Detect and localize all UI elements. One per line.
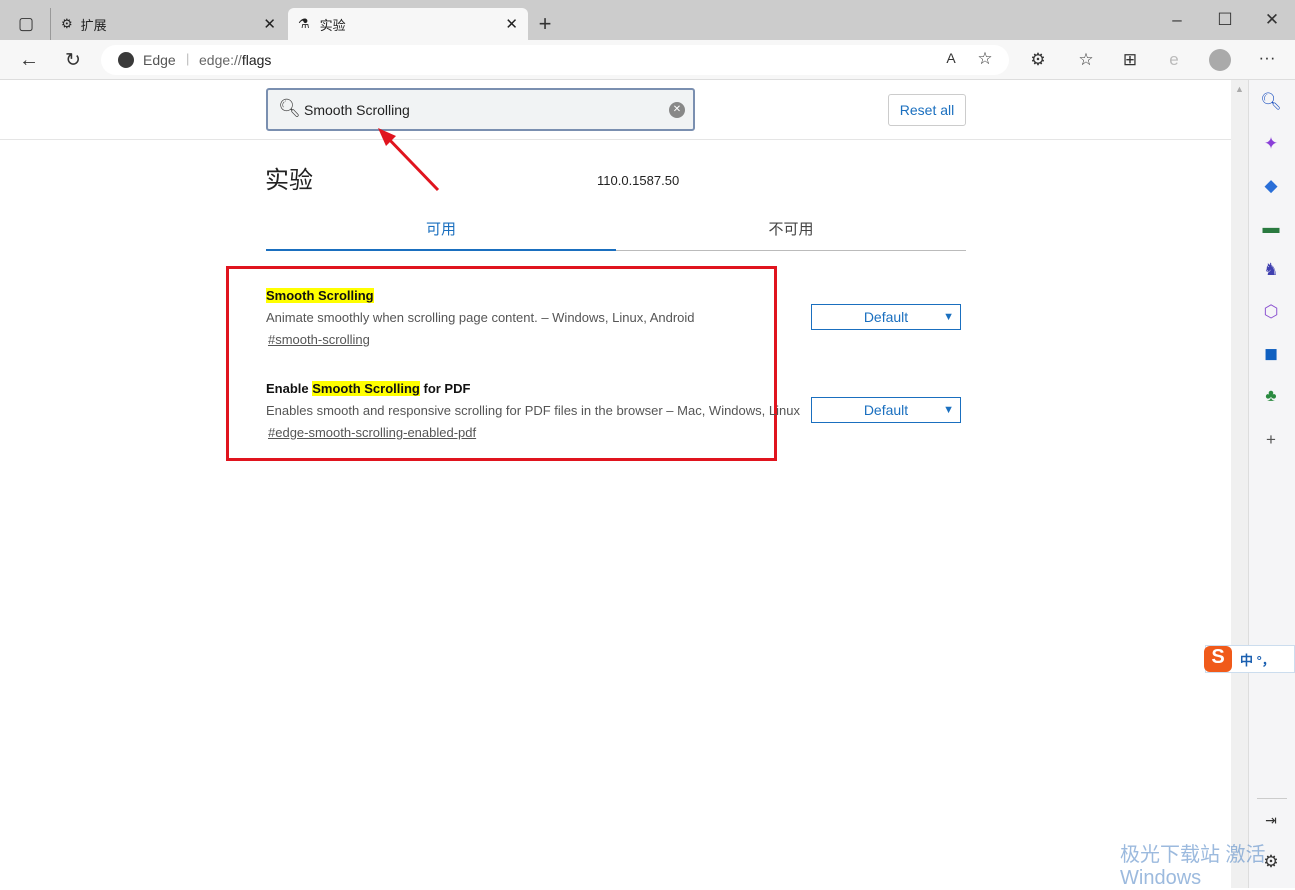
back-icon[interactable]: ← [17, 49, 41, 72]
flag-link[interactable]: #edge-smooth-scrolling-enabled-pdf [268, 425, 800, 440]
more-icon[interactable]: ··· [1255, 48, 1279, 68]
page-title: 实验 [265, 167, 313, 194]
minimize-icon[interactable]: – [1165, 10, 1189, 30]
flag-description: Animate smoothly when scrolling page con… [266, 310, 695, 325]
flag-title: Enable Smooth Scrolling for PDF [266, 381, 471, 396]
flag-link[interactable]: #smooth-scrolling [268, 332, 695, 347]
flag-item: Smooth Scrolling Animate smoothly when s… [266, 288, 695, 347]
flag-description: Enables smooth and responsive scrolling … [266, 403, 800, 418]
games-icon[interactable]: ♞ [1259, 260, 1283, 280]
ie-mode-icon[interactable]: e [1162, 50, 1186, 70]
outlook-icon[interactable]: ◼ [1259, 344, 1283, 364]
close-tab-icon[interactable]: ✕ [505, 15, 518, 33]
read-aloud-icon[interactable]: A [939, 50, 963, 66]
ime-toolbar[interactable]: S 中 °， [1204, 645, 1295, 673]
chevron-down-icon: ▼ [943, 404, 954, 416]
profile-avatar[interactable] [1209, 49, 1231, 71]
edge-sidebar: 🔍︎ ✦ ◆ ▬ ♞ ⬡ ◼ ♣ + ⇥ ⚙ [1248, 80, 1295, 888]
search-icon: 🔍︎ [278, 98, 301, 118]
edge-logo-icon [118, 52, 134, 68]
tab-actions-icon[interactable]: ▢ [14, 14, 38, 34]
tree-icon[interactable]: ♣ [1259, 386, 1283, 406]
tab-available[interactable]: 可用 [266, 218, 616, 239]
clear-search-icon[interactable]: ✕ [669, 102, 685, 118]
maximize-icon[interactable]: ☐ [1213, 10, 1237, 30]
version-label: 110.0.1587.50 [597, 173, 680, 188]
close-window-icon[interactable]: ✕ [1260, 10, 1284, 30]
hide-sidebar-icon[interactable]: ⇥ [1259, 812, 1283, 829]
reset-all-button[interactable]: Reset all [888, 94, 966, 126]
new-tab-icon[interactable]: + [533, 11, 557, 37]
flask-icon: ⚗ [298, 16, 310, 31]
shopping-icon[interactable]: ◆ [1259, 176, 1283, 196]
watermark: 极光下载站 激活 Windows [1120, 844, 1266, 889]
flag-select[interactable]: Default ▼ [811, 397, 961, 423]
sogou-logo-icon: S [1204, 646, 1232, 672]
add-favorite-icon[interactable]: ☆ [973, 49, 997, 69]
tab-flags[interactable]: ⚗ 实验 ✕ [288, 8, 528, 40]
scrollbar[interactable]: ▲ [1231, 80, 1248, 888]
extensions-icon[interactable]: ⚙ [1026, 50, 1050, 70]
tab-unavailable[interactable]: 不可用 [616, 218, 966, 239]
copilot-icon[interactable]: ✦ [1259, 134, 1283, 154]
office-icon[interactable]: ⬡ [1259, 302, 1283, 322]
refresh-icon[interactable]: ↻ [61, 49, 85, 72]
puzzle-icon: ⚙ [61, 16, 73, 31]
flag-select[interactable]: Default ▼ [811, 304, 961, 330]
collections-icon[interactable]: ⊞ [1118, 50, 1142, 70]
tab-extensions[interactable]: ⚙ 扩展 ✕ [50, 8, 286, 40]
flag-item: Enable Smooth Scrolling for PDF Enables … [266, 381, 800, 440]
search-flags-input[interactable]: 🔍︎ Smooth Scrolling ✕ [266, 88, 695, 131]
close-tab-icon[interactable]: ✕ [263, 15, 276, 33]
favorites-icon[interactable]: ☆ [1074, 50, 1098, 70]
page-content [0, 80, 1231, 888]
active-tab-indicator [266, 249, 616, 251]
flag-title: Smooth Scrolling [266, 288, 374, 303]
add-icon[interactable]: + [1259, 430, 1283, 450]
tools-icon[interactable]: ▬ [1259, 218, 1283, 238]
search-icon[interactable]: 🔍︎ [1259, 92, 1283, 112]
address-bar[interactable]: Edge | edge://flags A ☆ [101, 45, 1009, 75]
chevron-down-icon: ▼ [943, 311, 954, 323]
red-arrow-annotation [378, 128, 440, 192]
